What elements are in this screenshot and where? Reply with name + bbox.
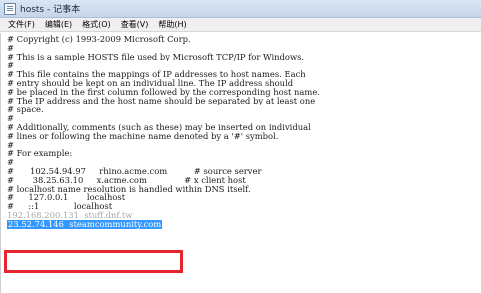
window-title: hosts - 记事本 <box>20 5 81 15</box>
text-line: # 102.54.94.97 rhino.acme.com # source s… <box>7 166 262 176</box>
text-line: # 127.0.0.1 localhost <box>7 193 126 203</box>
text-line: # ::1 localhost <box>7 202 113 211</box>
menu-edit[interactable]: 编辑(E) <box>40 18 77 32</box>
notepad-icon <box>4 2 16 15</box>
text-line: # Copyright (c) 1993-2009 Microsoft Corp… <box>7 35 191 44</box>
menu-format[interactable]: 格式(O) <box>77 18 116 32</box>
text-line: # entry should be kept on an individual … <box>7 78 294 88</box>
menu-help[interactable]: 帮助(H) <box>153 18 191 32</box>
text-line: # Additionally, comments (such as these)… <box>7 122 311 132</box>
text-editor[interactable]: # Copyright (c) 1993-2009 Microsoft Corp… <box>0 33 481 293</box>
menu-bar: 文件(F) 编辑(E) 格式(O) 查看(V) 帮助(H) <box>0 18 481 32</box>
text-line: # <box>7 140 15 150</box>
text-line: # be placed in the first column followed… <box>7 87 320 97</box>
menu-view[interactable]: 查看(V) <box>116 18 154 32</box>
text-line: # localhost name resolution is handled w… <box>7 184 251 194</box>
text-line-selected[interactable]: 23.52.74.146 steamcommunity.com <box>7 219 477 229</box>
text-line: # <box>7 158 15 167</box>
selected-text[interactable]: 23.52.74.146 steamcommunity.com <box>7 219 163 229</box>
editor-content[interactable]: # Copyright (c) 1993-2009 Microsoft Corp… <box>7 35 477 229</box>
text-line: # This is a sample HOSTS file used by Mi… <box>7 52 305 62</box>
red-highlight-box <box>4 250 183 273</box>
text-line: # The IP address and the host name shoul… <box>7 96 316 106</box>
text-line-partial: 192.168.200.131 stuff.dnf.tw <box>7 210 133 220</box>
text-line: # <box>7 114 15 123</box>
text-line: # <box>7 43 15 53</box>
menu-file[interactable]: 文件(F) <box>3 18 40 32</box>
text-line: # For example: <box>7 149 73 159</box>
text-line: # space. <box>7 105 44 115</box>
text-line: # <box>7 61 15 71</box>
title-bar[interactable]: hosts - 记事本 <box>0 0 481 18</box>
text-line: # This file contains the mappings of IP … <box>7 70 306 79</box>
text-line: # lines or following the machine name de… <box>7 131 279 141</box>
text-line: # 38.25.63.10 x.acme.com # x client host <box>7 175 246 185</box>
